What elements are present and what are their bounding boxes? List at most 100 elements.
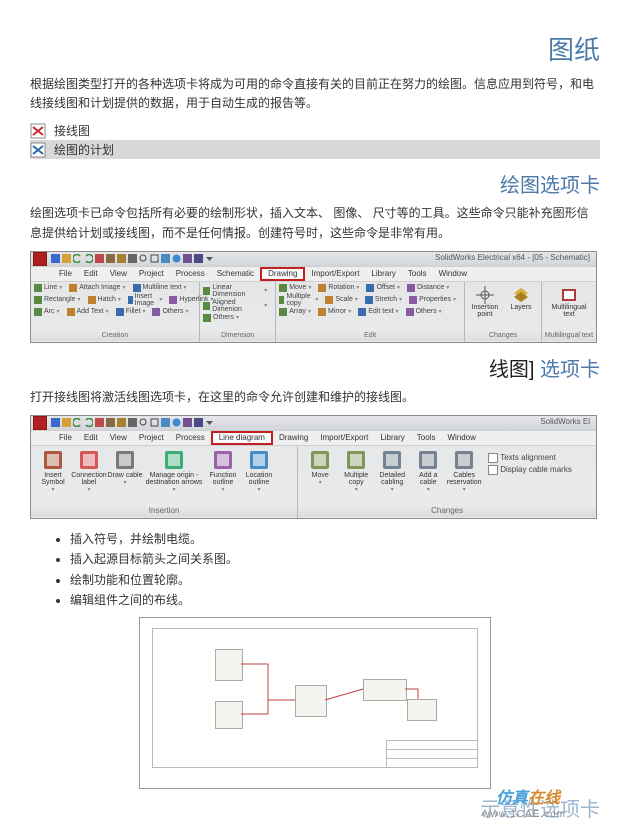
qat-zoomfit-icon[interactable] — [150, 418, 159, 427]
ribbon-command[interactable]: Offset▾ — [366, 284, 400, 292]
qat-open-icon[interactable] — [62, 418, 71, 427]
ribbon-command[interactable]: Move▾ — [279, 284, 311, 292]
ribbon-tab[interactable]: Project — [133, 431, 170, 445]
ribbon-command[interactable]: Scale▾ — [325, 296, 358, 304]
qat-copy-icon[interactable] — [106, 254, 115, 263]
ribbon-command[interactable]: Stretch▾ — [365, 296, 402, 304]
qat-zoomfit-icon[interactable] — [150, 254, 159, 263]
ribbon-big-button[interactable]: Draw cable▾ — [107, 449, 143, 493]
ribbon-tab[interactable]: Line diagram — [211, 431, 273, 445]
insertion-point-button[interactable]: Insertion point — [468, 286, 502, 318]
ribbon-command[interactable]: Hatch▾ — [88, 296, 121, 304]
ribbon-tab[interactable]: Process — [170, 267, 211, 281]
ribbon-command[interactable]: Others▾ — [152, 308, 188, 316]
ribbon-tab[interactable]: Import/Export — [305, 267, 365, 281]
ribbon-tab[interactable]: Library — [374, 431, 410, 445]
ribbon-tab[interactable]: View — [104, 267, 133, 281]
qat-undo-icon[interactable] — [73, 254, 82, 263]
ribbon2-tabs[interactable]: FileEditViewProjectProcessLine diagramDr… — [31, 430, 596, 446]
ribbon-tab[interactable]: Window — [433, 267, 473, 281]
ribbon-tab[interactable]: Tools — [411, 431, 442, 445]
qat-dropdown-icon[interactable] — [205, 418, 214, 427]
ribbon-command[interactable]: Arc▾ — [34, 308, 60, 316]
qat-refresh-icon[interactable] — [161, 418, 170, 427]
qat-print-icon[interactable] — [128, 418, 137, 427]
ribbon1-tabs[interactable]: FileEditViewProjectProcessSchematicDrawi… — [31, 266, 596, 282]
qat-dropdown-icon[interactable] — [205, 254, 214, 263]
ribbon-tab[interactable]: File — [53, 267, 78, 281]
qat-redo-icon[interactable] — [84, 418, 93, 427]
ribbon-tab[interactable]: Drawing — [260, 267, 305, 281]
quick-access-toolbar[interactable] — [51, 418, 214, 427]
ribbon-command[interactable]: Fillet▾ — [116, 308, 146, 316]
qat-zoom-icon[interactable] — [139, 418, 148, 427]
ribbon-big-button[interactable]: Detailed cabling▾ — [374, 449, 410, 493]
qat-undo-icon[interactable] — [73, 418, 82, 427]
texts-alignment-checkbox[interactable]: Texts alignment — [488, 453, 572, 463]
ribbon-command[interactable]: Rectangle▾ — [34, 296, 81, 304]
ribbon-command[interactable]: Multiple copy▾ — [279, 293, 318, 307]
qat-zoom-icon[interactable] — [139, 254, 148, 263]
qat-print-icon[interactable] — [128, 254, 137, 263]
ribbon-command[interactable]: Aligned Dimenion▾ — [203, 299, 267, 313]
ribbon-big-button[interactable]: Function outline▾ — [205, 449, 241, 493]
ribbon-tab[interactable]: File — [53, 431, 78, 445]
ribbon-command[interactable]: Rotation▾ — [318, 284, 359, 292]
ribbon-command[interactable]: Properties▾ — [409, 296, 456, 304]
qat-cut-icon[interactable] — [95, 254, 104, 263]
ribbon-tab[interactable]: View — [104, 431, 133, 445]
ribbon-command[interactable]: Edit text▾ — [358, 308, 398, 316]
ribbon-command[interactable]: Others▾ — [406, 308, 442, 316]
drawing-type-item[interactable]: 绘图的计划 — [30, 140, 600, 159]
ribbon-tab[interactable]: Edit — [78, 431, 104, 445]
ribbon-big-button[interactable]: Cables reservation▾ — [446, 449, 482, 493]
qat-symbol-icon[interactable] — [183, 254, 192, 263]
qat-paste-icon[interactable] — [117, 254, 126, 263]
ribbon-command[interactable]: Others▾ — [203, 314, 239, 322]
ribbon-command[interactable]: Linear Dimension▾ — [203, 284, 267, 298]
cmd-icon — [365, 296, 373, 304]
qat-redo-icon[interactable] — [84, 254, 93, 263]
ribbon-command[interactable]: Attach Image▾ — [69, 284, 125, 292]
ribbon-big-button[interactable]: Location outline▾ — [241, 449, 277, 493]
ribbon-big-button[interactable]: Move▾ — [302, 449, 338, 493]
ribbon-tab[interactable]: Project — [133, 267, 170, 281]
qat-macro-icon[interactable] — [194, 254, 203, 263]
qat-macro-icon[interactable] — [194, 418, 203, 427]
qat-globe-icon[interactable] — [172, 254, 181, 263]
ribbon-command[interactable]: Array▾ — [279, 308, 311, 316]
ribbon-tab[interactable]: Library — [365, 267, 401, 281]
qat-paste-icon[interactable] — [117, 418, 126, 427]
qat-copy-icon[interactable] — [106, 418, 115, 427]
qat-cut-icon[interactable] — [95, 418, 104, 427]
qat-refresh-icon[interactable] — [161, 254, 170, 263]
qat-save-icon[interactable] — [51, 254, 60, 263]
ribbon-tab[interactable]: Tools — [402, 267, 433, 281]
ribbon-big-button[interactable]: Multiple copy▾ — [338, 449, 374, 493]
ribbon-tab[interactable]: Edit — [78, 267, 104, 281]
ribbon-big-button[interactable]: Insert Symbol▾ — [35, 449, 71, 493]
ribbon-command[interactable]: Insert Image▾ — [128, 293, 162, 307]
ribbon-tab[interactable]: Process — [170, 431, 211, 445]
ribbon-big-button[interactable]: Manage origin - destination arrows▾ — [143, 449, 205, 493]
multilingual-text-button[interactable]: Multilingual text — [545, 286, 593, 318]
ribbon-tab[interactable]: Import/Export — [314, 431, 374, 445]
ribbon-big-button[interactable]: Add a cable▾ — [410, 449, 446, 493]
ribbon-command[interactable]: Add Text▾ — [67, 308, 109, 316]
drawing-type-item[interactable]: 接线图 — [30, 121, 600, 140]
display-cable-marks-checkbox[interactable]: Display cable marks — [488, 465, 572, 475]
qat-symbol-icon[interactable] — [183, 418, 192, 427]
qat-open-icon[interactable] — [62, 254, 71, 263]
ribbon-tab[interactable]: Window — [441, 431, 481, 445]
ribbon-command[interactable]: Line▾ — [34, 284, 62, 292]
qat-globe-icon[interactable] — [172, 418, 181, 427]
qat-save-icon[interactable] — [51, 418, 60, 427]
layers-button[interactable]: Layers — [504, 286, 538, 318]
ribbon-command[interactable]: Mirror▾ — [318, 308, 351, 316]
ribbon-tab[interactable]: Schematic — [211, 267, 260, 281]
ribbon-tab[interactable]: Drawing — [273, 431, 314, 445]
ribbon-command[interactable]: Distance▾ — [407, 284, 449, 292]
ribbon-command[interactable]: Multiline text▾ — [133, 284, 187, 292]
ribbon-big-button[interactable]: Connection label▾ — [71, 449, 107, 493]
quick-access-toolbar[interactable] — [51, 254, 214, 263]
